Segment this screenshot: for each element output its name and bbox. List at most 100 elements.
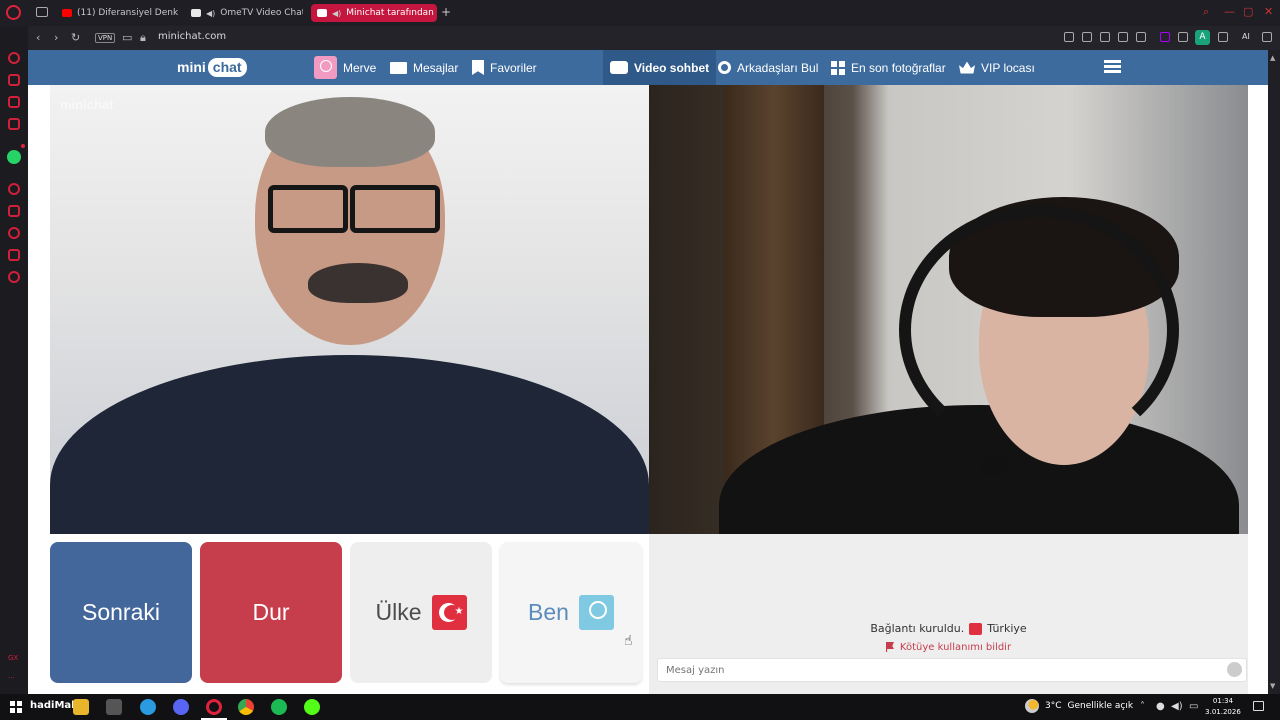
next-button[interactable]: Sonraki bbox=[50, 542, 192, 683]
minichat-logo[interactable]: mini chat bbox=[177, 54, 247, 80]
extension-icon[interactable] bbox=[1064, 32, 1074, 42]
opera-gx-icon[interactable] bbox=[206, 699, 222, 715]
back-icon[interactable]: ‹ bbox=[36, 31, 40, 44]
reload-icon[interactable]: ↻ bbox=[71, 31, 80, 44]
search-tabs-icon[interactable]: ⌕ bbox=[1203, 5, 1209, 19]
speaker-icon: ◀) bbox=[332, 8, 342, 18]
me-button[interactable]: Ben bbox=[500, 542, 642, 683]
player-icon[interactable] bbox=[8, 183, 20, 195]
instagram-icon[interactable] bbox=[8, 118, 20, 130]
emoji-icon[interactable] bbox=[1227, 662, 1242, 677]
video-camera-icon bbox=[610, 61, 628, 74]
nav-video-chat[interactable]: Video sohbet bbox=[603, 50, 717, 85]
spotify-icon[interactable] bbox=[271, 699, 287, 715]
clock-date: 3.01.2026 bbox=[1205, 708, 1241, 716]
microphone-icon[interactable]: ● bbox=[1156, 701, 1165, 712]
nav-messages[interactable]: Mesajlar bbox=[390, 50, 458, 85]
notifications-icon[interactable] bbox=[1253, 701, 1264, 711]
menu-icon[interactable] bbox=[1262, 32, 1272, 42]
vpn-badge[interactable]: VPN bbox=[95, 33, 116, 43]
browser-tab-youtube[interactable]: (11) Diferansiyel Denklemle bbox=[56, 4, 178, 22]
pen-icon[interactable] bbox=[1160, 32, 1170, 42]
puzzle-icon[interactable] bbox=[1178, 32, 1188, 42]
chat-panel: Bağlantı kuruldu. Türkiye Kötüye kullanı… bbox=[649, 534, 1248, 694]
forward-icon[interactable]: › bbox=[54, 31, 58, 44]
stop-button[interactable]: Dur bbox=[200, 542, 342, 683]
nav-label: Arkadaşları Bul bbox=[737, 60, 819, 75]
gx-icon[interactable]: GX bbox=[8, 654, 18, 662]
nav-find-friends[interactable]: Arkadaşları Bul bbox=[718, 50, 818, 85]
discord-icon[interactable] bbox=[173, 699, 189, 715]
self-video bbox=[649, 85, 1248, 534]
tab-label: OmeTV Video Chat — bbox=[220, 8, 303, 18]
more-icon[interactable]: ··· bbox=[8, 674, 15, 682]
scroll-up-icon[interactable]: ▲ bbox=[1270, 54, 1275, 62]
partner-mustache bbox=[308, 263, 408, 303]
clock-time: 01:34 bbox=[1212, 697, 1234, 705]
snapshot-icon[interactable]: ▭ bbox=[122, 31, 132, 44]
nav-profile[interactable]: Merve bbox=[314, 50, 376, 85]
browser-tab-minichat[interactable]: ◀) Minichat tarafından Vi bbox=[311, 4, 437, 22]
file-explorer-icon[interactable] bbox=[73, 699, 89, 715]
country-button[interactable]: Ülke ★ bbox=[350, 542, 492, 683]
extension-icon[interactable] bbox=[1082, 32, 1092, 42]
lock-icon[interactable]: 🔒︎ bbox=[140, 31, 146, 45]
volume-icon[interactable]: ◀) bbox=[1171, 701, 1183, 712]
minimize-icon[interactable]: — bbox=[1224, 5, 1235, 18]
taskbar-search[interactable]: hadiMal bbox=[30, 700, 75, 711]
settings-icon[interactable] bbox=[8, 271, 20, 283]
scroll-down-icon[interactable]: ▼ bbox=[1270, 682, 1275, 690]
country-name: Türkiye bbox=[987, 622, 1027, 635]
bookmark-icon bbox=[472, 60, 484, 75]
heart-icon[interactable] bbox=[1136, 32, 1146, 42]
nav-label: Favoriler bbox=[490, 60, 537, 75]
app-icon[interactable] bbox=[304, 699, 320, 715]
close-window-icon[interactable]: ✕ bbox=[1264, 5, 1273, 18]
message-input[interactable] bbox=[657, 658, 1247, 682]
report-abuse-link[interactable]: Kötüye kullanımı bildir bbox=[649, 640, 1248, 654]
nav-vip[interactable]: VIP locası bbox=[959, 50, 1035, 85]
user-avatar-icon bbox=[578, 595, 614, 630]
opera-logo-icon[interactable] bbox=[6, 5, 21, 20]
speed-dial-icon[interactable] bbox=[8, 52, 20, 64]
logo-chat-text: chat bbox=[207, 57, 247, 77]
browser-tab-ometv[interactable]: ◀) OmeTV Video Chat — bbox=[185, 4, 303, 22]
profile-a-icon[interactable]: A bbox=[1195, 30, 1210, 45]
whatsapp-icon[interactable] bbox=[7, 150, 21, 164]
headset-mic-icon bbox=[979, 455, 1009, 475]
nav-latest-photos[interactable]: En son fotoğraflar bbox=[831, 50, 946, 85]
connection-status: Bağlantı kuruldu. Türkiye bbox=[649, 622, 1248, 635]
pinboard-icon[interactable] bbox=[8, 249, 20, 261]
windows-start-icon[interactable] bbox=[10, 701, 22, 713]
tray-chevron-icon[interactable]: ˄ bbox=[1140, 701, 1145, 712]
app-icon[interactable] bbox=[106, 699, 122, 715]
edge-icon[interactable] bbox=[140, 699, 156, 715]
speaker-icon: ◀) bbox=[206, 8, 216, 18]
wallet-icon[interactable] bbox=[8, 205, 20, 217]
download-icon[interactable] bbox=[1218, 32, 1228, 42]
taskbar-clock[interactable]: 01:34 3.01.2026 bbox=[1205, 696, 1241, 718]
messenger-icon[interactable] bbox=[8, 96, 20, 108]
logo-mini-text: mini bbox=[177, 59, 206, 75]
grid-icon bbox=[831, 60, 845, 75]
history-icon[interactable] bbox=[8, 227, 20, 239]
next-button-label: Sonraki bbox=[82, 599, 160, 625]
network-icon[interactable]: ▭ bbox=[1189, 701, 1198, 712]
maximize-icon[interactable]: ▢ bbox=[1243, 5, 1253, 18]
nav-label: En son fotoğraflar bbox=[851, 60, 946, 75]
page-scrollbar[interactable]: ▲ ▼ bbox=[1268, 50, 1280, 694]
chrome-icon[interactable] bbox=[238, 699, 254, 715]
hamburger-menu-icon[interactable] bbox=[1104, 60, 1121, 74]
url-field[interactable]: minichat.com bbox=[158, 31, 226, 42]
aria-icon[interactable] bbox=[8, 74, 20, 86]
tab-overview-icon[interactable] bbox=[36, 7, 48, 17]
ai-icon[interactable]: AI bbox=[1242, 32, 1250, 41]
play-icon[interactable] bbox=[1118, 32, 1128, 42]
shield-icon[interactable] bbox=[1100, 32, 1110, 42]
user-avatar-icon bbox=[314, 56, 337, 79]
partner-hair bbox=[265, 97, 435, 167]
headset-icon bbox=[899, 205, 1179, 455]
new-tab-plus-icon[interactable]: + bbox=[441, 5, 451, 19]
nav-favorites[interactable]: Favoriler bbox=[472, 50, 537, 85]
weather-widget[interactable]: 3°C Genellikle açık bbox=[1025, 699, 1133, 713]
